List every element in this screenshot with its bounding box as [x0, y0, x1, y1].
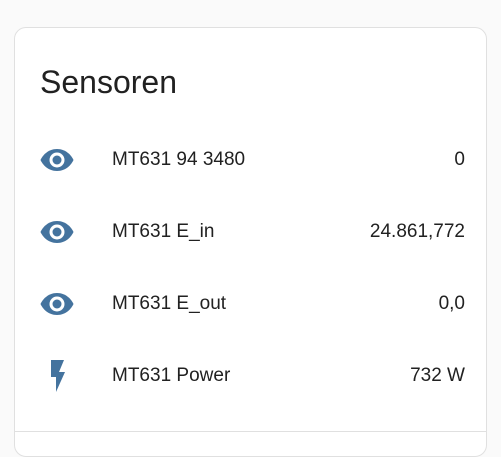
- entity-row-mt631-e-in[interactable]: MT631 E_in 24.861,772: [15, 210, 486, 254]
- entity-row-mt631-94-3480[interactable]: MT631 94 3480 0: [15, 138, 486, 182]
- card-title: Sensoren: [40, 64, 177, 100]
- card-divider: [15, 431, 486, 432]
- entity-value: 732 W: [410, 365, 465, 386]
- entity-name: MT631 Power: [112, 365, 231, 386]
- entity-name: MT631 E_out: [112, 293, 227, 314]
- entity-value: 0,0: [438, 293, 465, 314]
- sensor-card: Sensoren MT631 94 3480 0 MT631 E_in 24.8…: [14, 27, 487, 457]
- eye-icon: [39, 214, 75, 250]
- entity-value: 0: [454, 149, 465, 170]
- entity-name: MT631 94 3480: [112, 149, 246, 170]
- entity-name: MT631 E_in: [112, 221, 215, 242]
- entity-row-mt631-e-out[interactable]: MT631 E_out 0,0: [15, 282, 486, 326]
- eye-icon: [39, 286, 75, 322]
- flash-icon: [39, 358, 75, 394]
- entity-row-mt631-power[interactable]: MT631 Power 732 W: [15, 354, 486, 398]
- eye-icon: [39, 142, 75, 178]
- entity-value: 24.861,772: [369, 221, 465, 242]
